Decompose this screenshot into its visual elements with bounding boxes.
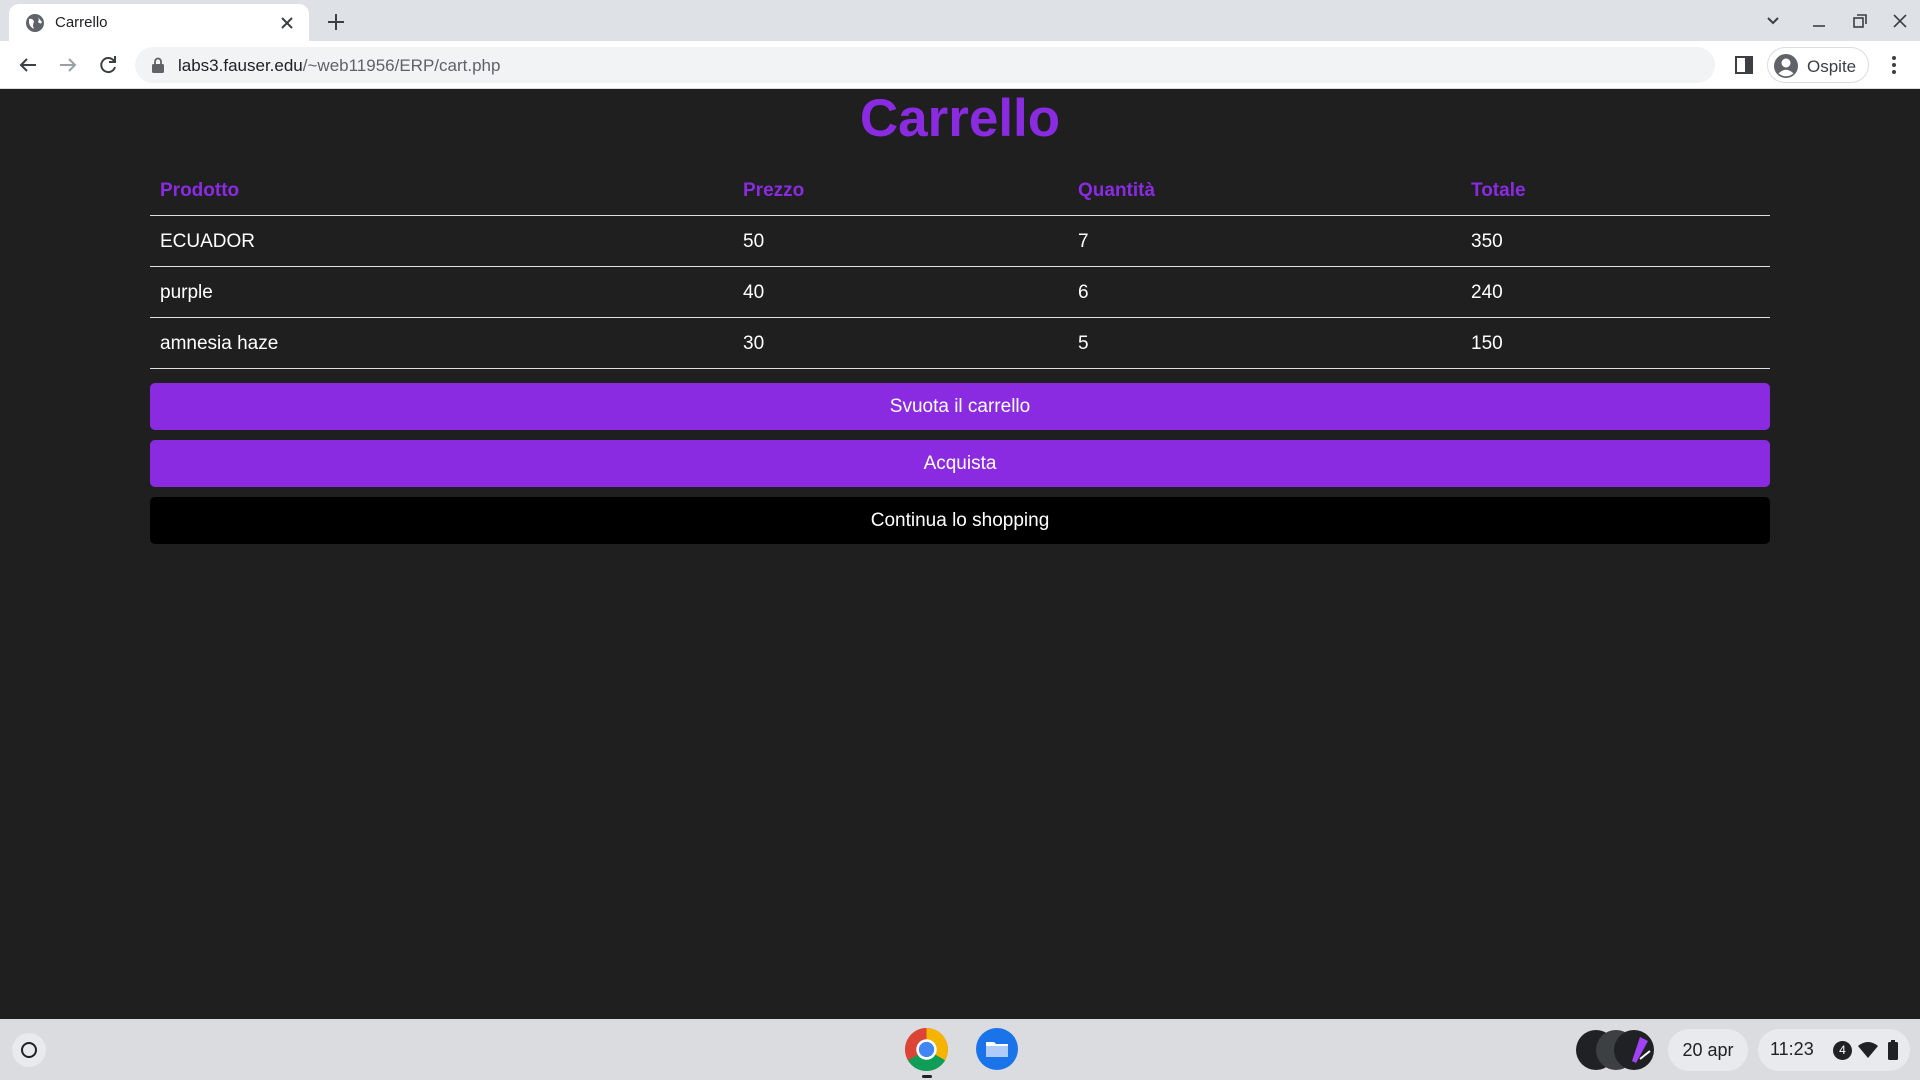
profile-label: Ospite [1807,57,1857,76]
wifi-icon [1858,1042,1878,1058]
chevron-down-icon[interactable] [1762,10,1784,32]
product-cell: ECUADOR [160,231,256,252]
url-text[interactable]: labs3.fauser.edu/~web11956/ERP/cart.php [178,56,500,76]
page-title: Carrello [859,89,1061,148]
quantity-cell: 7 [1078,231,1089,252]
kebab-menu-icon[interactable] [1880,51,1908,79]
system-shelf: 20 apr 11:23 4 [0,1019,1920,1080]
minimize-icon[interactable] [1808,10,1830,32]
avatar-icon [1774,54,1798,78]
launcher-button[interactable] [12,1033,46,1067]
product-cell: amnesia haze [160,333,279,354]
files-icon[interactable] [975,1027,1019,1071]
restore-icon[interactable] [1849,10,1871,32]
total-cell: 150 [1471,333,1503,354]
tab-title: Carrello [55,14,108,31]
profile-button[interactable]: Ospite [1767,47,1869,83]
cart-table: Prodotto Prezzo Quantità Totale ECUADOR … [150,165,1770,369]
table-row: amnesia haze 30 5 150 [150,318,1770,369]
url-host: labs3.fauser.edu [178,56,303,75]
price-cell: 40 [743,282,765,303]
price-cell: 30 [743,333,765,354]
table-row: purple 40 6 240 [150,267,1770,318]
globe-icon [26,14,44,32]
launcher-icon [21,1042,37,1058]
lock-icon[interactable] [151,57,165,73]
total-cell: 240 [1471,282,1503,303]
date-indicator[interactable]: 20 apr [1668,1029,1748,1071]
page-content: Carrello Prodotto Prezzo Quantità Totale… [0,89,1920,1019]
total-cell: 350 [1471,231,1503,252]
address-bar[interactable]: labs3.fauser.edu/~web11956/ERP/cart.php [135,47,1715,83]
close-window-icon[interactable] [1889,10,1911,32]
forward-icon[interactable] [54,51,82,79]
status-area[interactable]: 11:23 4 [1758,1029,1910,1071]
close-icon[interactable] [277,13,297,33]
product-cell: purple [160,282,213,303]
tab-strip: Carrello [0,0,1920,41]
table-row: ECUADOR 50 7 350 [150,216,1770,267]
chrome-icon[interactable] [904,1027,949,1072]
battery-icon [1888,1040,1898,1060]
url-path: /~web11956/ERP/cart.php [302,56,501,75]
holding-space-icon[interactable] [1574,1029,1656,1071]
table-header-row: Prodotto Prezzo Quantità Totale [150,165,1770,216]
column-header-product: Prodotto [160,180,240,201]
column-header-price: Prezzo [743,180,805,201]
side-panel-icon[interactable] [1731,52,1757,78]
browser-toolbar: labs3.fauser.edu/~web11956/ERP/cart.php … [0,41,1920,89]
price-cell: 50 [743,231,765,252]
tab-carrello[interactable]: Carrello [9,4,309,41]
buy-button[interactable]: Acquista [150,440,1770,487]
plus-icon[interactable] [322,8,350,36]
column-header-total: Totale [1471,180,1526,201]
column-header-quantity: Quantità [1078,180,1156,201]
empty-cart-button[interactable]: Svuota il carrello [150,383,1770,430]
running-indicator [922,1075,932,1078]
quantity-cell: 5 [1078,333,1089,354]
clock: 11:23 [1770,1039,1814,1059]
notification-badge: 4 [1833,1041,1852,1060]
continue-shopping-button[interactable]: Continua lo shopping [150,497,1770,544]
quantity-cell: 6 [1078,282,1089,303]
back-icon[interactable] [14,51,42,79]
reload-icon[interactable] [94,51,122,79]
